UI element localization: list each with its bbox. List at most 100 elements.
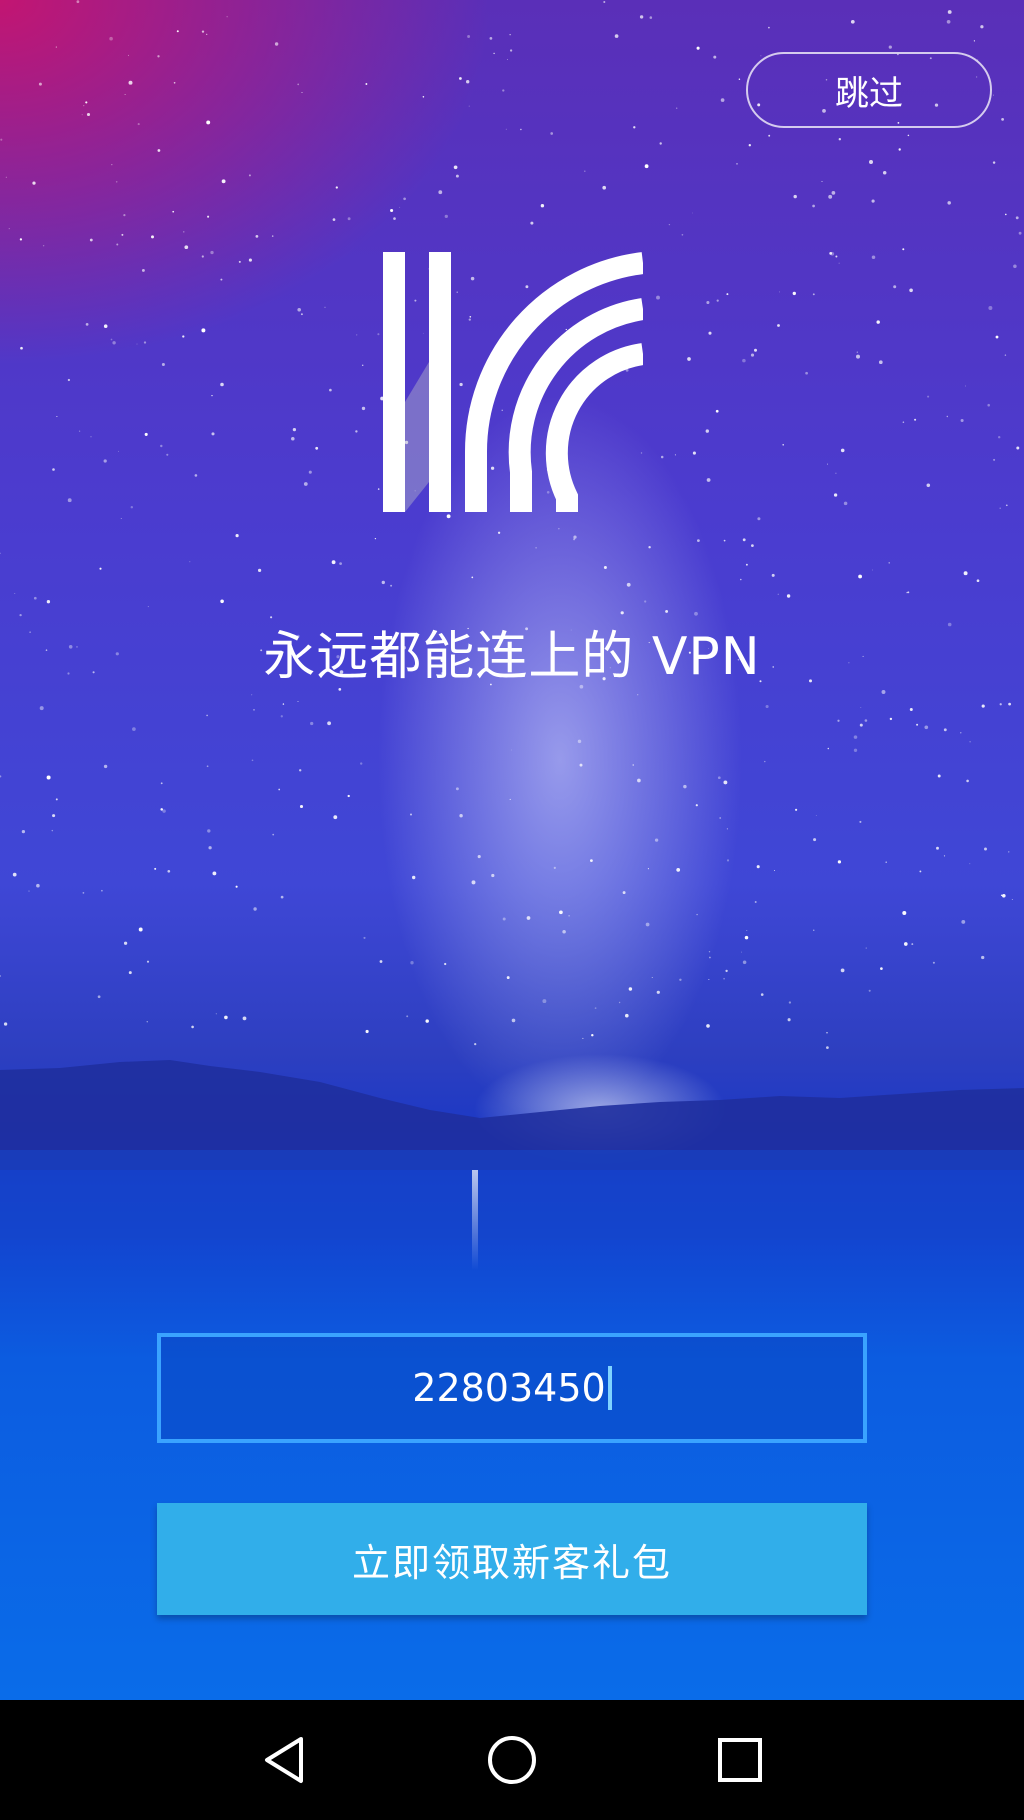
- splash-background: 跳过 永远都能连上的 VPN 22803450 立即领取新客礼包: [0, 0, 1024, 1700]
- star: [471, 880, 476, 885]
- star: [297, 308, 301, 312]
- star: [1000, 894, 1003, 896]
- star: [301, 91, 303, 94]
- star: [902, 248, 905, 251]
- star: [750, 353, 755, 357]
- star: [103, 764, 108, 769]
- star: [679, 978, 682, 982]
- star: [602, 185, 607, 190]
- star: [282, 703, 285, 705]
- star: [377, 488, 380, 490]
- star: [562, 929, 566, 934]
- star: [444, 214, 448, 219]
- star: [393, 217, 396, 220]
- star: [101, 889, 103, 892]
- star: [550, 132, 554, 135]
- star: [821, 181, 823, 182]
- star: [220, 278, 223, 281]
- star: [812, 204, 815, 208]
- star: [39, 706, 44, 711]
- star: [110, 338, 113, 341]
- star: [299, 804, 304, 809]
- star: [0, 552, 1, 554]
- star: [167, 869, 171, 873]
- star: [726, 859, 730, 862]
- claim-new-user-gift-button[interactable]: 立即领取新客礼包: [157, 1503, 867, 1615]
- star: [647, 868, 649, 870]
- star: [347, 217, 351, 221]
- star: [157, 55, 160, 58]
- star: [645, 922, 650, 927]
- star: [786, 594, 791, 598]
- star: [748, 144, 751, 147]
- star: [251, 759, 254, 762]
- star: [837, 719, 840, 722]
- star: [14, 593, 16, 594]
- star: [410, 961, 414, 965]
- star: [530, 221, 534, 225]
- star: [976, 579, 980, 583]
- star: [947, 201, 951, 205]
- star: [52, 814, 56, 818]
- star: [963, 571, 968, 576]
- star: [843, 501, 848, 506]
- star: [782, 444, 784, 446]
- star: [740, 951, 742, 953]
- star: [687, 357, 691, 361]
- star: [161, 362, 165, 367]
- star: [422, 96, 425, 98]
- star: [446, 514, 451, 519]
- star: [355, 430, 358, 433]
- star: [788, 1001, 792, 1004]
- invite-code-field[interactable]: [157, 1333, 867, 1443]
- star: [738, 78, 741, 80]
- star: [271, 235, 274, 237]
- k-stripes-logo-icon: [383, 252, 643, 512]
- star: [853, 748, 858, 752]
- star: [835, 255, 838, 258]
- back-triangle-icon[interactable]: [244, 1720, 324, 1800]
- star: [856, 351, 858, 353]
- star: [28, 890, 30, 892]
- star: [453, 165, 458, 170]
- skip-button[interactable]: 跳过: [746, 52, 992, 128]
- star: [308, 470, 312, 474]
- star: [335, 186, 338, 189]
- star: [907, 591, 910, 594]
- star: [637, 778, 641, 783]
- star: [19, 238, 23, 241]
- star: [787, 1018, 791, 1022]
- recent-apps-square-icon[interactable]: [700, 1720, 780, 1800]
- star: [8, 228, 10, 230]
- star: [778, 291, 780, 293]
- star: [760, 55, 762, 57]
- star: [506, 976, 510, 980]
- star: [248, 174, 251, 177]
- home-circle-icon[interactable]: [472, 1720, 552, 1800]
- star: [85, 101, 88, 104]
- star: [665, 609, 669, 613]
- star: [746, 930, 748, 931]
- star: [425, 1019, 429, 1023]
- star: [1011, 899, 1013, 901]
- star: [173, 81, 176, 84]
- star: [660, 455, 664, 459]
- star: [90, 436, 92, 438]
- star: [705, 429, 709, 433]
- star: [21, 829, 26, 834]
- star: [639, 15, 644, 19]
- star: [827, 463, 829, 465]
- star: [815, 814, 817, 816]
- star: [708, 979, 710, 980]
- star: [858, 574, 863, 579]
- starfield: [0, 0, 1022, 1049]
- star: [872, 569, 873, 571]
- star: [805, 371, 808, 375]
- star: [696, 46, 700, 50]
- star: [697, 539, 700, 542]
- star: [361, 406, 366, 411]
- star: [444, 962, 447, 966]
- star: [835, 472, 837, 474]
- star: [211, 432, 215, 436]
- star: [67, 378, 71, 382]
